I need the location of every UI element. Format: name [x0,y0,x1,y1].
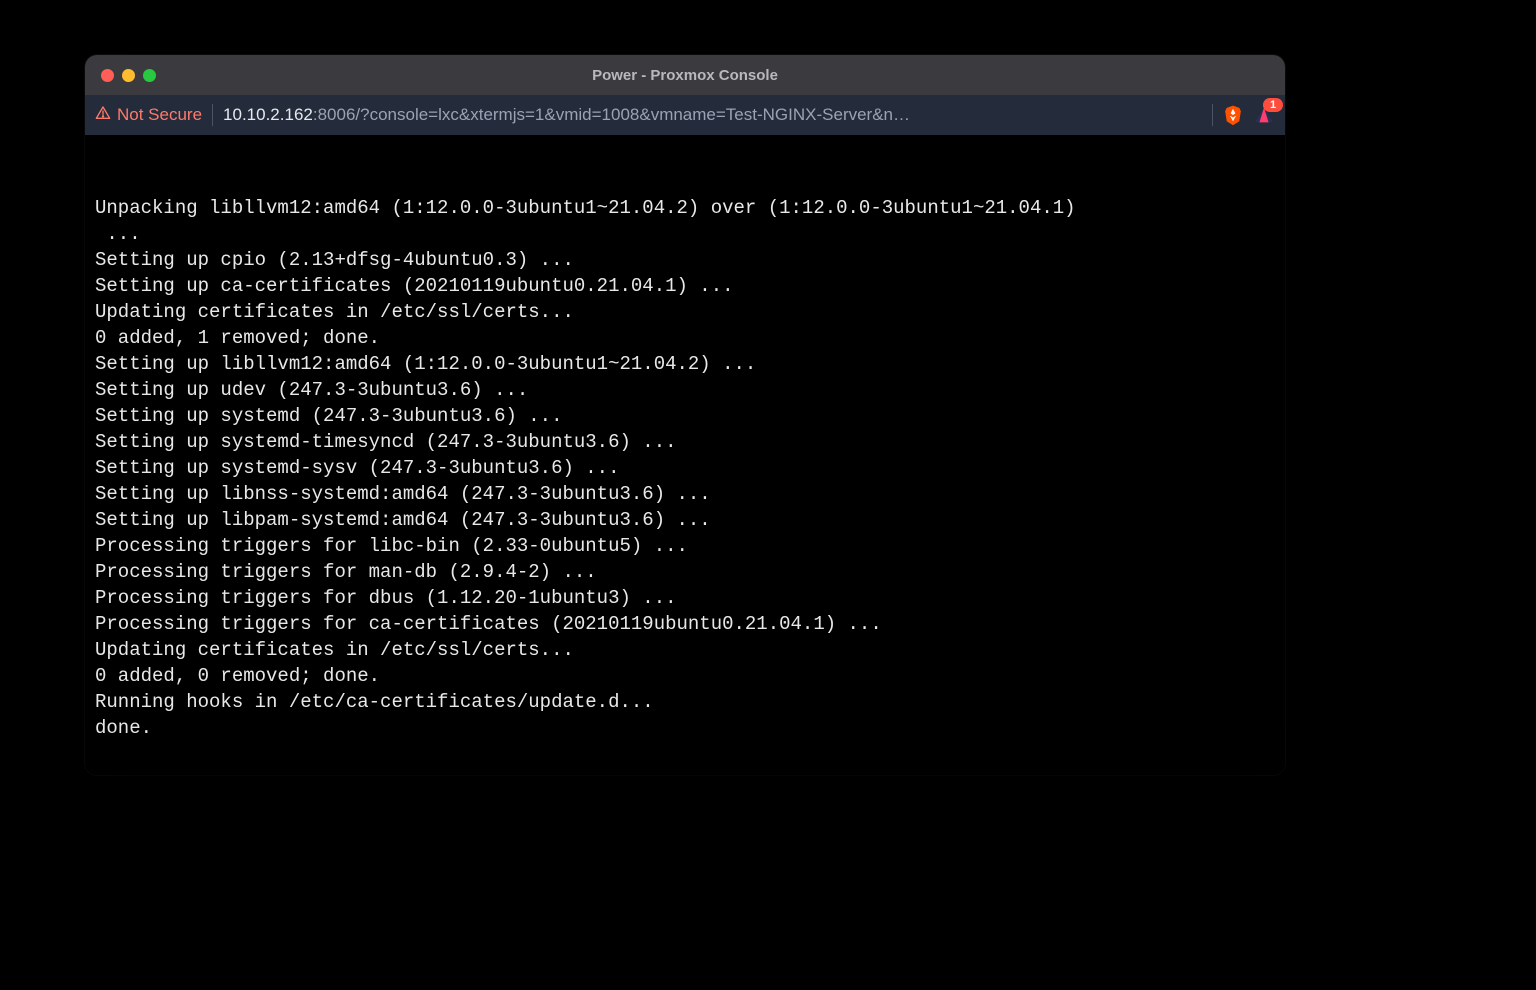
divider [212,104,213,126]
terminal-line: Processing triggers for man-db (2.9.4-2)… [95,559,1275,585]
url-path: :8006/?console=lxc&xtermjs=1&vmid=1008&v… [313,105,910,124]
terminal-line: Setting up udev (247.3-3ubuntu3.6) ... [95,377,1275,403]
titlebar[interactable]: Power - Proxmox Console [85,55,1285,95]
terminal-line: Updating certificates in /etc/ssl/certs.… [95,299,1275,325]
terminal-line: Setting up cpio (2.13+dfsg-4ubuntu0.3) .… [95,247,1275,273]
terminal-line: Setting up systemd-sysv (247.3-3ubuntu3.… [95,455,1275,481]
minimize-window-button[interactable] [122,69,135,82]
not-secure-label: Not Secure [117,105,202,125]
terminal-line: Unpacking libllvm12:amd64 (1:12.0.0-3ubu… [95,195,1275,221]
terminal-line: 0 added, 0 removed; done. [95,663,1275,689]
terminal-line: done. [95,715,1275,741]
terminal-line: Running hooks in /etc/ca-certificates/up… [95,689,1275,715]
warning-icon [95,105,111,126]
terminal-line: Updating certificates in /etc/ssl/certs.… [95,637,1275,663]
terminal-line: Setting up libllvm12:amd64 (1:12.0.0-3ub… [95,351,1275,377]
terminal-line: 0 added, 1 removed; done. [95,325,1275,351]
terminal-line: Processing triggers for libc-bin (2.33-0… [95,533,1275,559]
terminal-line: Setting up libpam-systemd:amd64 (247.3-3… [95,507,1275,533]
terminal-line: ... [95,221,1275,247]
divider [1212,104,1213,126]
terminal-scrollback: Unpacking libllvm12:amd64 (1:12.0.0-3ubu… [95,195,1275,741]
window-controls [85,69,156,82]
url-host: 10.10.2.162 [223,105,313,124]
terminal-line: Processing triggers for dbus (1.12.20-1u… [95,585,1275,611]
url-display[interactable]: 10.10.2.162:8006/?console=lxc&xtermjs=1&… [223,105,1202,125]
terminal-output[interactable]: Unpacking libllvm12:amd64 (1:12.0.0-3ubu… [85,135,1285,775]
extension-triangle-icon[interactable]: 1 [1253,104,1275,126]
brave-shield-icon[interactable] [1223,104,1243,126]
browser-window: Power - Proxmox Console Not Secure 10.10… [85,55,1285,775]
security-indicator[interactable]: Not Secure [95,105,202,126]
close-window-button[interactable] [101,69,114,82]
terminal-line: Setting up systemd (247.3-3ubuntu3.6) ..… [95,403,1275,429]
terminal-line: Processing triggers for ca-certificates … [95,611,1275,637]
terminal-line: Setting up systemd-timesyncd (247.3-3ubu… [95,429,1275,455]
terminal-line: Setting up ca-certificates (20210119ubun… [95,273,1275,299]
maximize-window-button[interactable] [143,69,156,82]
window-title: Power - Proxmox Console [85,67,1285,84]
address-bar[interactable]: Not Secure 10.10.2.162:8006/?console=lxc… [85,95,1285,135]
notification-badge: 1 [1263,98,1283,112]
terminal-line: Setting up libnss-systemd:amd64 (247.3-3… [95,481,1275,507]
extension-icons: 1 [1223,104,1275,126]
